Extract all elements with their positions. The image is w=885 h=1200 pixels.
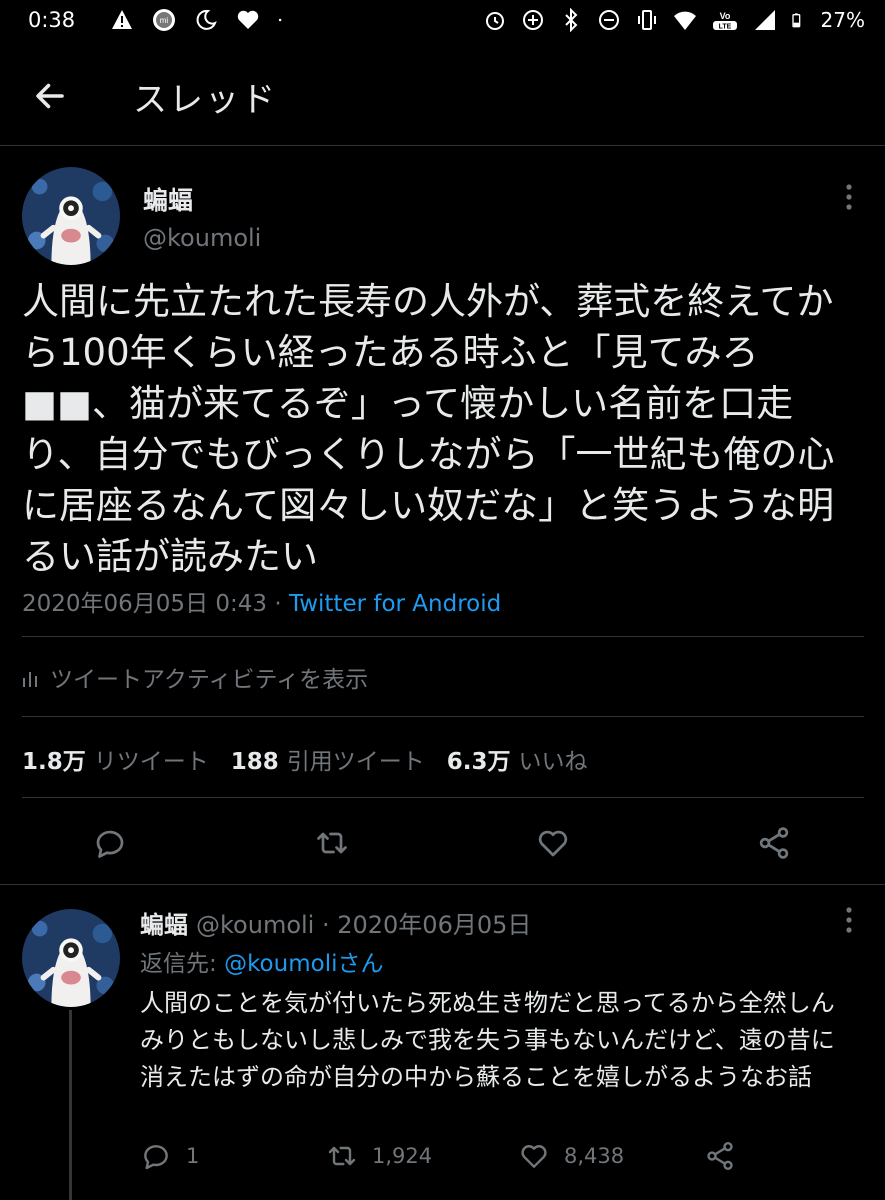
tweet-activity-link[interactable]: ツイートアクティビティを表示 bbox=[22, 660, 368, 694]
status-right-icons: Vo LTE 27% bbox=[483, 8, 865, 32]
divider bbox=[0, 884, 885, 885]
reply-to-prefix: 返信先: bbox=[140, 951, 225, 977]
tweet-text: 人間に先立たれた長寿の人外が、葬式を終えてから100年くらい経ったある時ふと「見… bbox=[22, 280, 835, 578]
tweet-stats: 1.8万 リツイート 188 引用ツイート 6.3万 いいね bbox=[22, 742, 588, 776]
battery-icon bbox=[791, 13, 800, 28]
wifi-icon bbox=[673, 11, 696, 30]
reply-to-line: 返信先: @koumoliさん bbox=[140, 944, 383, 978]
stat-label: 引用ツイート bbox=[286, 749, 425, 775]
divider bbox=[22, 797, 864, 798]
quote-count[interactable]: 188 引用ツイート bbox=[231, 742, 425, 776]
share-icon[interactable] bbox=[756, 825, 792, 861]
reply-text: 人間のことを気が付いたら死ぬ生き物だと思ってるから全然しんみりともしないし悲しみ… bbox=[140, 989, 835, 1091]
avatar-image bbox=[22, 909, 120, 1007]
reply-display-name[interactable]: 蝙蝠 bbox=[140, 905, 188, 940]
like-count[interactable]: 6.3万 いいね bbox=[447, 742, 588, 776]
reply-retweet-button[interactable]: 1,924 bbox=[326, 1140, 518, 1172]
like-count: 8,438 bbox=[564, 1144, 625, 1168]
avatar-image bbox=[22, 167, 120, 265]
status-bar: 0:38 mi Vo LTE 27% bbox=[0, 0, 885, 44]
tweet-activity-label: ツイートアクティビティを表示 bbox=[50, 667, 369, 693]
dnd-icon bbox=[598, 10, 619, 30]
retweet-count[interactable]: 1.8万 リツイート bbox=[22, 742, 209, 776]
reply-to-mention[interactable]: @koumoliさん bbox=[224, 951, 383, 977]
back-arrow-icon[interactable] bbox=[32, 78, 68, 114]
stat-number: 1.8万 bbox=[22, 749, 86, 775]
tweet-date: 2020年06月05日 0:43 · bbox=[22, 591, 289, 617]
more-options-icon[interactable] bbox=[839, 177, 859, 217]
bluetooth-icon bbox=[564, 8, 577, 32]
mi-icon: mi bbox=[153, 9, 175, 31]
stat-label: リツイート bbox=[93, 749, 209, 775]
vibrate-icon bbox=[637, 10, 656, 30]
divider bbox=[22, 716, 864, 717]
analytics-icon bbox=[23, 672, 37, 687]
tweet-source-link[interactable]: Twitter for Android bbox=[289, 591, 501, 617]
reply-count: 1 bbox=[186, 1144, 200, 1168]
reply-action-bar: 1 1,924 8,438 bbox=[140, 1140, 736, 1172]
alert-icon bbox=[112, 10, 132, 29]
like-heart-icon[interactable] bbox=[535, 825, 571, 861]
heart-icon bbox=[237, 10, 259, 29]
battery-percent: 27% bbox=[820, 8, 865, 32]
signal-icon bbox=[754, 10, 775, 30]
user-handle[interactable]: @koumoli bbox=[143, 224, 261, 252]
status-left-icons: mi bbox=[110, 8, 288, 32]
stat-number: 6.3万 bbox=[446, 749, 511, 775]
svg-text:mi: mi bbox=[160, 16, 169, 25]
reply-reply-button[interactable]: 1 bbox=[140, 1140, 326, 1172]
dot-icon bbox=[278, 18, 282, 22]
share-icon bbox=[707, 1142, 733, 1170]
stat-number: 188 bbox=[230, 749, 279, 775]
thread-line bbox=[69, 1010, 72, 1200]
reply-avatar[interactable] bbox=[22, 909, 120, 1007]
retweet-count: 1,924 bbox=[372, 1144, 433, 1168]
reply-share-button[interactable] bbox=[704, 1140, 736, 1172]
reply-icon[interactable] bbox=[92, 825, 128, 861]
divider bbox=[22, 636, 864, 637]
alarm-icon bbox=[485, 12, 504, 30]
tweet-meta: 2020年06月05日 0:43 · Twitter for Android bbox=[22, 584, 501, 618]
page-title: スレッド bbox=[133, 80, 277, 120]
reply-header: 蝙蝠 @koumoli · 2020年06月05日 bbox=[140, 905, 531, 940]
reply-more-options-icon[interactable] bbox=[839, 900, 859, 940]
svg-text:LTE: LTE bbox=[718, 24, 731, 31]
reply-icon bbox=[144, 1145, 168, 1170]
display-name[interactable]: 蝙蝠 bbox=[143, 181, 193, 217]
avatar[interactable] bbox=[22, 167, 120, 265]
retweet-icon[interactable] bbox=[314, 825, 350, 861]
stat-label: いいね bbox=[518, 749, 588, 775]
sleep-icon bbox=[196, 9, 217, 30]
header-divider bbox=[0, 145, 885, 146]
reply-like-button[interactable]: 8,438 bbox=[518, 1140, 704, 1172]
reply-handle-date[interactable]: @koumoli · 2020年06月05日 bbox=[196, 905, 531, 940]
like-heart-icon bbox=[521, 1145, 547, 1168]
volte-icon: Vo LTE bbox=[712, 11, 737, 31]
svg-text:Vo: Vo bbox=[719, 11, 730, 21]
status-time: 0:38 bbox=[28, 8, 76, 32]
data-saver-icon bbox=[522, 10, 543, 30]
retweet-icon bbox=[328, 1146, 356, 1166]
